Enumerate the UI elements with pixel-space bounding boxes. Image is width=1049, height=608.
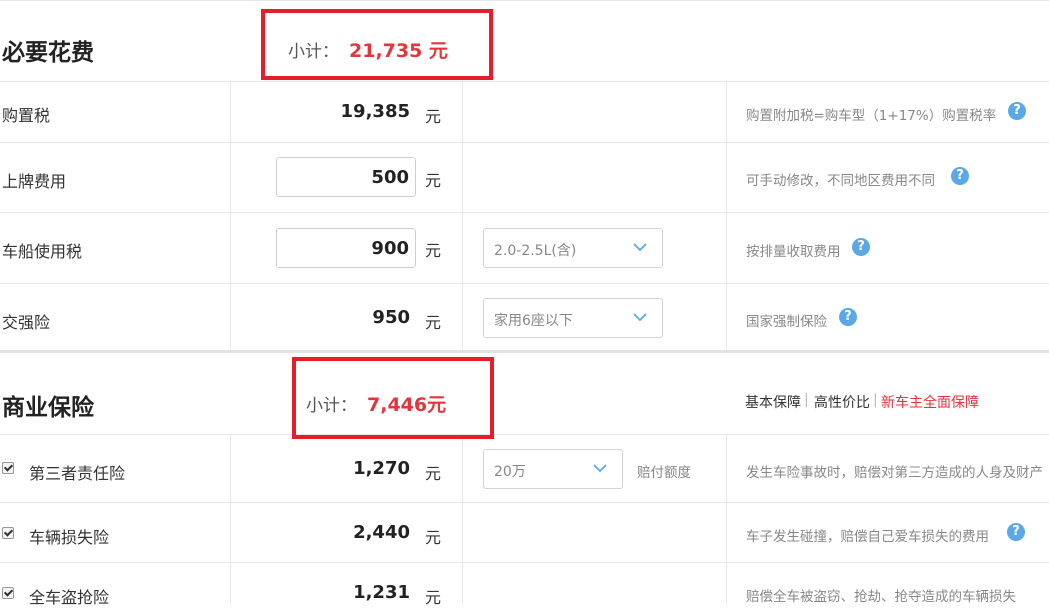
chevron-down-icon — [633, 313, 647, 322]
help-icon[interactable]: ? — [951, 167, 969, 185]
unit: 元 — [425, 107, 442, 126]
desc-compulsory-insurance: 国家强制保险 — [746, 314, 827, 330]
help-icon[interactable]: ? — [852, 238, 870, 256]
vehicle-tax-value: 900 — [371, 238, 409, 259]
tab-separator: | — [804, 392, 809, 408]
vehicle-tax-input[interactable]: 900 — [276, 228, 416, 268]
row-label-registration-fee: 上牌费用 — [2, 172, 67, 191]
third-party-checkbox[interactable] — [2, 462, 14, 474]
desc-vehicle-damage: 车子发生碰撞，赔偿自己爱车损失的费用 — [746, 529, 989, 545]
displacement-select-value: 2.0-2.5L(含) — [494, 243, 577, 259]
subtotal-label: 小计： — [288, 42, 339, 62]
unit: 元 — [425, 313, 442, 332]
desc-purchase-tax: 购置附加税=购车型（1+17%）购置税率 — [746, 108, 997, 124]
seat-type-select-value: 家用6座以下 — [494, 313, 573, 329]
tab-new-owner-full[interactable]: 新车主全面保障 — [881, 392, 979, 412]
amount-third-party: 1,270 — [353, 458, 410, 479]
help-icon[interactable]: ? — [1008, 102, 1026, 120]
desc-third-party: 发生车险事故时，赔偿对第三方造成的人身及财产 — [746, 465, 1043, 481]
unit: 元 — [425, 528, 442, 547]
row-label-theft: 全车盗抢险 — [29, 588, 110, 607]
subtotal-value: 7,446元 — [367, 394, 447, 416]
registration-fee-value: 500 — [371, 167, 409, 188]
tab-basic-coverage[interactable]: 基本保障 — [745, 392, 801, 412]
amount-purchase-tax: 19,385 — [340, 101, 410, 122]
coverage-amount-select[interactable]: 20万 — [483, 449, 623, 489]
registration-fee-input[interactable]: 500 — [276, 157, 416, 197]
coverage-amount-label: 赔付额度 — [637, 465, 691, 481]
desc-registration-fee: 可手动修改，不同地区费用不同 — [746, 173, 935, 189]
theft-checkbox[interactable] — [2, 587, 14, 599]
amount-compulsory-insurance: 950 — [372, 307, 410, 328]
chevron-down-icon — [593, 464, 607, 473]
desc-vehicle-tax: 按排量收取费用 — [746, 244, 841, 260]
help-icon[interactable]: ? — [839, 308, 857, 326]
displacement-select[interactable]: 2.0-2.5L(含) — [483, 228, 663, 268]
unit: 元 — [425, 588, 442, 607]
tab-separator: | — [873, 392, 878, 408]
tab-value-for-money[interactable]: 高性价比 — [814, 392, 870, 412]
subtotal-value: 21,735 元 — [349, 40, 448, 62]
chevron-down-icon — [633, 243, 647, 252]
seat-type-select[interactable]: 家用6座以下 — [483, 298, 663, 338]
amount-vehicle-damage: 2,440 — [353, 522, 410, 543]
vehicle-damage-checkbox[interactable] — [2, 527, 14, 539]
row-label-vehicle-tax: 车船使用税 — [2, 242, 83, 261]
amount-theft: 1,231 — [353, 582, 410, 603]
row-label-purchase-tax: 购置税 — [2, 106, 51, 125]
row-label-vehicle-damage: 车辆损失险 — [29, 528, 110, 547]
subtotal-label: 小计： — [306, 396, 357, 416]
section-title-required: 必要花费 — [2, 40, 94, 66]
desc-theft: 赔偿全车被盗窃、抢劫、抢夺造成的车辆损失 — [746, 589, 1016, 605]
row-label-compulsory-insurance: 交强险 — [2, 313, 51, 332]
unit: 元 — [425, 464, 442, 483]
section-title-commercial: 商业保险 — [2, 395, 94, 421]
coverage-amount-select-value: 20万 — [494, 464, 526, 480]
help-icon[interactable]: ? — [1007, 523, 1025, 541]
unit: 元 — [425, 171, 442, 190]
unit: 元 — [425, 241, 442, 260]
row-label-third-party: 第三者责任险 — [29, 464, 126, 483]
